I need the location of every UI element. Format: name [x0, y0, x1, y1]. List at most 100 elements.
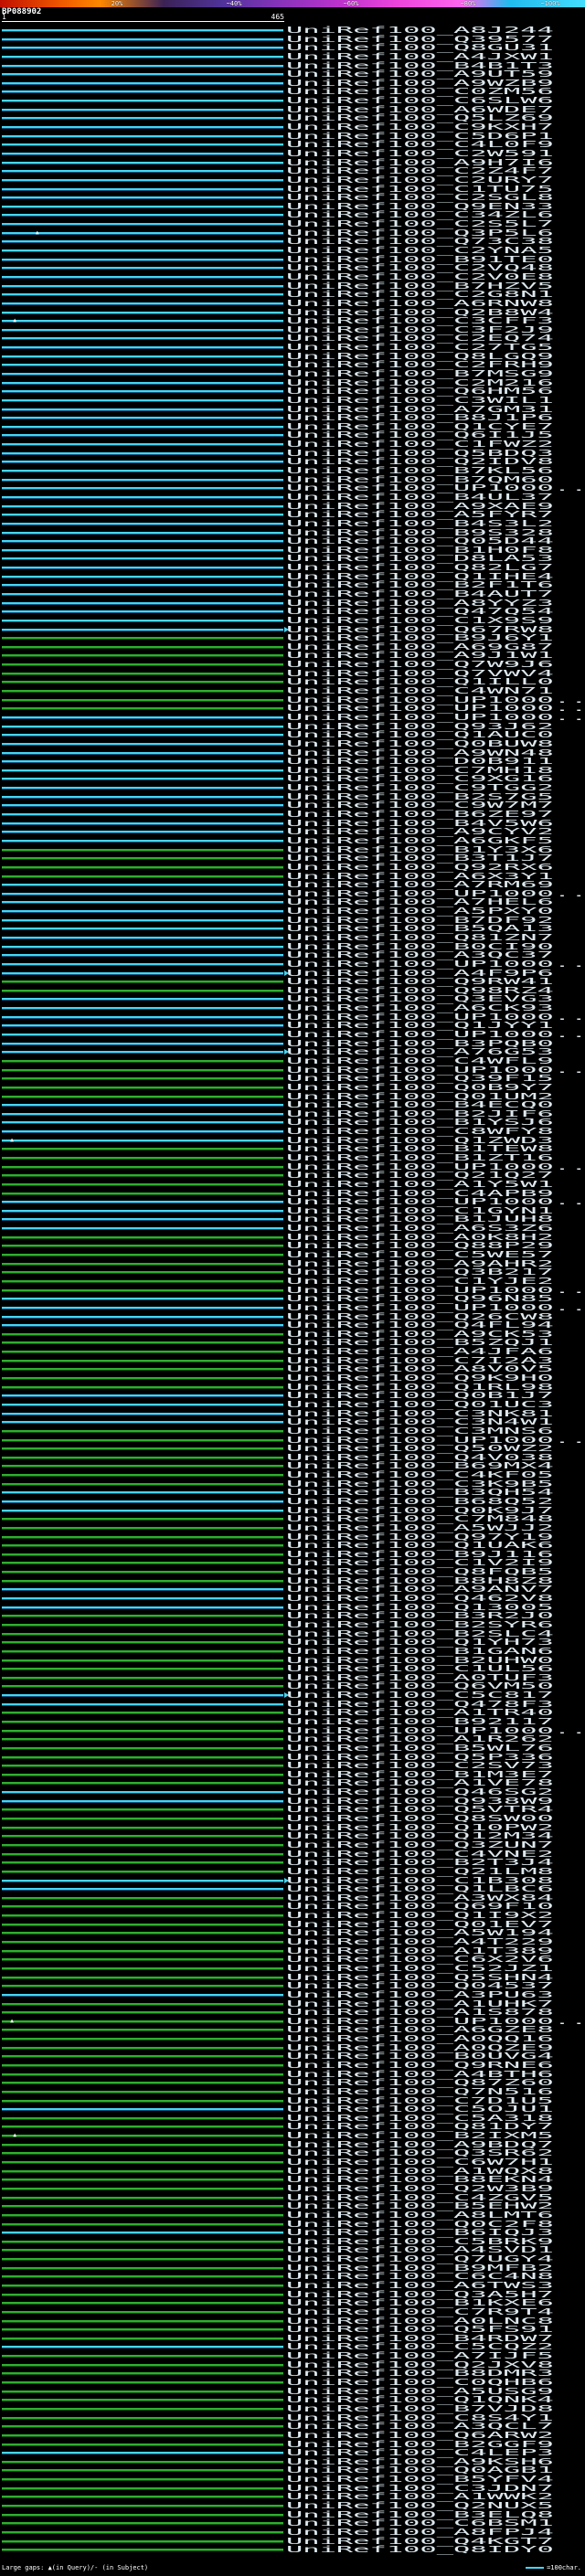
- hit-bar: [2, 681, 283, 684]
- hit-bar: [2, 1843, 283, 1847]
- hit-bar: [2, 514, 283, 517]
- hit-bar: [2, 108, 283, 111]
- hit-bar: [2, 196, 283, 200]
- hit-bar: [2, 337, 283, 341]
- hit-bar: [2, 1465, 283, 1468]
- hit-bar: [2, 725, 283, 728]
- hit-bar: [2, 1034, 283, 1037]
- scale-label-80: ~80%: [460, 0, 476, 7]
- hit-bar: [2, 425, 283, 429]
- hit-bar: [2, 1702, 283, 1706]
- hit-bar: [2, 1086, 283, 1089]
- hit-bar: [2, 2355, 283, 2359]
- hit-bar: [2, 848, 283, 852]
- hit-bar: [2, 231, 283, 235]
- hit-bar: [2, 1746, 283, 1750]
- hit-bar: [2, 1209, 283, 1213]
- hit-bar: [2, 654, 283, 658]
- hit-bar: [2, 461, 283, 464]
- hit-bar: [2, 1738, 283, 1742]
- hit-bar: [2, 522, 283, 525]
- gap-marker-icon: ▲: [10, 2017, 14, 2024]
- scale-unit-text: =100char.: [547, 2564, 581, 2571]
- hit-bar: [2, 443, 283, 447]
- hit-bar: [2, 381, 283, 385]
- hit-bar: [2, 593, 283, 596]
- hit-bar: [2, 769, 283, 772]
- hit-bar: [2, 1755, 283, 1759]
- hit-bar: [2, 2205, 283, 2209]
- hit-bar: [2, 2125, 283, 2129]
- hit-bar: [2, 1500, 283, 1503]
- hit-bar: [2, 1782, 283, 1786]
- hit-bar: [2, 1077, 283, 1081]
- hit-bar: [2, 2011, 283, 2015]
- hit-bar: [2, 1332, 283, 1336]
- hit-bar: [2, 1721, 283, 1723]
- hit-bar: [2, 2161, 283, 2165]
- hit-bar: [2, 2135, 283, 2138]
- hit-bar: [2, 1421, 283, 1425]
- hit-bar: [2, 1712, 283, 1715]
- hit-bar: [2, 1112, 283, 1116]
- hit-bar: [2, 1351, 283, 1354]
- hit-bar: [2, 918, 283, 922]
- hit-bar: [2, 2496, 283, 2499]
- hit-bar: [2, 1157, 283, 1160]
- hit-bar: [2, 1254, 283, 1257]
- hit-bar: [2, 531, 283, 535]
- hit-bar: [2, 1623, 283, 1627]
- hit-bar: [2, 1615, 283, 1618]
- hit-bar: [2, 1456, 283, 1459]
- alignment-rows: UniRef100_A8J244 UniRef100_Q39577 UniRef10…: [0, 27, 585, 2555]
- hit-bar: [2, 1641, 283, 1645]
- hit-bar: [2, 2108, 283, 2112]
- hit-bar: [2, 1526, 283, 1530]
- scale-label-100: ~100%: [540, 0, 560, 7]
- hit-bar: [2, 90, 283, 94]
- hit-bar: [2, 1121, 283, 1125]
- hit-bar: [2, 1429, 283, 1433]
- hit-bar: [2, 901, 283, 905]
- hit-bar: [2, 117, 283, 121]
- hit-bar: [2, 707, 283, 711]
- hit-bar: [2, 1315, 283, 1319]
- hit-bar: [2, 1394, 283, 1398]
- hit-bar: [2, 284, 283, 288]
- hit-bar: [2, 1941, 283, 1945]
- hit-bar: [2, 1165, 283, 1169]
- hit-bar: [2, 928, 283, 931]
- hit-bar: [2, 2328, 283, 2332]
- hit-bar: [2, 1632, 283, 1636]
- hit-bar: [2, 857, 283, 861]
- hit-bar: [2, 760, 283, 764]
- hit-bar: [2, 1993, 283, 1997]
- hit-bar: [2, 2363, 283, 2367]
- hit-bar: [2, 1694, 283, 1698]
- hit-bar: [2, 346, 283, 350]
- hit-bar: [2, 2143, 283, 2147]
- hit-bar: [2, 1412, 283, 1415]
- hit-bar: [2, 567, 283, 570]
- hit-bar: [2, 170, 283, 174]
- hit-bar: [2, 698, 283, 702]
- hit-bar: [2, 2505, 283, 2508]
- hit-bar: [2, 637, 283, 641]
- hit-bar: [2, 1051, 283, 1055]
- hit-bar: [2, 910, 283, 914]
- hit-bar: [2, 1835, 283, 1839]
- hit-bar: [2, 451, 283, 455]
- hit-bar: [2, 1130, 283, 1134]
- hit-bar: [2, 1579, 283, 1583]
- hit-bar: [2, 1306, 283, 1309]
- hit-bar: [2, 1068, 283, 1072]
- hit-bar: [2, 804, 283, 808]
- hit-bar: [2, 1888, 283, 1892]
- hit-bar: [2, 1271, 283, 1275]
- hit-bar: [2, 2169, 283, 2173]
- hit-bar: [2, 2478, 283, 2482]
- hit-bar: [2, 884, 283, 887]
- hit-bar: [2, 1192, 283, 1195]
- hit-bar: [2, 126, 283, 130]
- hit-bar: [2, 187, 283, 191]
